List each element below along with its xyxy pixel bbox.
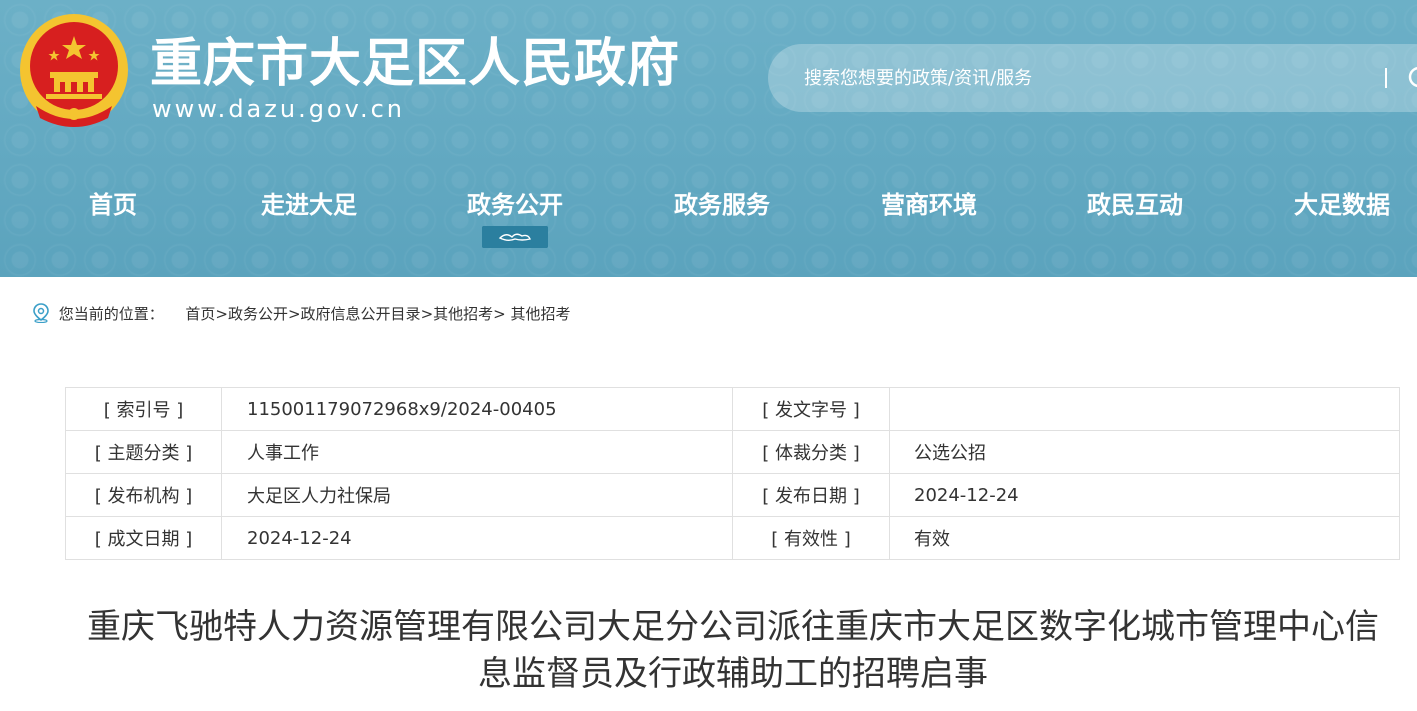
breadcrumb-link-other-recruit[interactable]: 其他招考 [433, 305, 493, 323]
site-url[interactable]: www.dazu.gov.cn [152, 94, 405, 124]
nav-item-interaction[interactable]: 政民互动 [1045, 180, 1225, 230]
search-input[interactable] [804, 64, 1364, 92]
table-row: [ 索引号 ] 115001179072968x9/2024-00405 [ 发… [65, 387, 1400, 431]
meta-label: [ 发布日期 ] [732, 473, 890, 517]
main-nav: 首页 走进大足 政务公开 政务服务 营商环境 政民互动 大足数据 [0, 180, 1417, 248]
nav-item-gov-info[interactable]: 政务公开 [425, 180, 605, 248]
site-header: 重庆市大足区人民政府 www.dazu.gov.cn 首页 走进大足 政务公开 … [0, 0, 1417, 277]
meta-value: 2024-12-24 [889, 473, 1400, 517]
meta-value: 人事工作 [221, 430, 733, 474]
search-bar [768, 44, 1417, 112]
meta-label: [ 成文日期 ] [65, 516, 222, 560]
search-divider [1385, 68, 1387, 88]
nav-item-label: 政务服务 [674, 191, 770, 219]
breadcrumb-link-gov-info[interactable]: 政务公开 [228, 305, 288, 323]
breadcrumb-link-current[interactable]: 其他招考 [511, 305, 571, 323]
nav-item-label: 走进大足 [261, 191, 357, 219]
breadcrumb-separator: > [215, 305, 228, 323]
cloud-pattern-icon [482, 226, 548, 248]
meta-value: 大足区人力社保局 [221, 473, 733, 517]
search-icon[interactable] [1406, 64, 1417, 94]
site-title[interactable]: 重庆市大足区人民政府 [150, 30, 680, 98]
nav-item-about-dazu[interactable]: 走进大足 [219, 180, 399, 230]
national-emblem-icon [20, 14, 128, 127]
breadcrumb-separator: > [420, 305, 434, 323]
nav-item-dazu-data[interactable]: 大足数据 [1252, 180, 1417, 230]
meta-value: 有效 [889, 516, 1400, 560]
meta-value: 2024-12-24 [221, 516, 733, 560]
table-row: [ 发布机构 ] 大足区人力社保局 [ 发布日期 ] 2024-12-24 [65, 473, 1400, 517]
nav-item-gov-service[interactable]: 政务服务 [632, 180, 812, 230]
meta-value: 公选公招 [889, 430, 1400, 474]
article-title: 重庆飞驰特人力资源管理有限公司大足分公司派往重庆市大足区数字化城市管理中心信 息… [48, 604, 1417, 698]
nav-item-label: 营商环境 [881, 191, 977, 219]
breadcrumb-prefix: 您当前的位置： [58, 305, 164, 323]
table-row: [ 成文日期 ] 2024-12-24 [ 有效性 ] 有效 [65, 516, 1400, 560]
location-icon [33, 303, 49, 323]
document-meta-table: [ 索引号 ] 115001179072968x9/2024-00405 [ 发… [65, 387, 1400, 560]
breadcrumb-link-info-catalog[interactable]: 政府信息公开目录 [301, 305, 421, 323]
table-row: [ 主题分类 ] 人事工作 [ 体裁分类 ] 公选公招 [65, 430, 1400, 474]
meta-value [889, 387, 1400, 431]
nav-item-label: 首页 [89, 191, 137, 219]
meta-label: [ 有效性 ] [732, 516, 890, 560]
article-title-line: 息监督员及行政辅助工的招聘启事 [478, 654, 988, 694]
nav-item-label: 政务公开 [467, 191, 563, 219]
breadcrumb-link-home[interactable]: 首页 [185, 305, 215, 323]
meta-label: [ 主题分类 ] [65, 430, 222, 474]
meta-label: [ 体裁分类 ] [732, 430, 890, 474]
breadcrumb: 您当前的位置： 首页>政务公开>政府信息公开目录>其他招考> 其他招考 [32, 303, 571, 327]
meta-label: [ 发布机构 ] [65, 473, 222, 517]
article-title-line: 重庆飞驰特人力资源管理有限公司大足分公司派往重庆市大足区数字化城市管理中心信 [87, 607, 1379, 647]
nav-item-home[interactable]: 首页 [23, 180, 203, 230]
meta-value: 115001179072968x9/2024-00405 [221, 387, 733, 431]
nav-item-label: 大足数据 [1294, 191, 1390, 219]
nav-item-business-env[interactable]: 营商环境 [839, 180, 1019, 230]
breadcrumb-separator: > [493, 305, 511, 323]
breadcrumb-separator: > [287, 305, 301, 323]
meta-label: [ 索引号 ] [65, 387, 222, 431]
meta-label: [ 发文字号 ] [732, 387, 890, 431]
nav-item-label: 政民互动 [1087, 191, 1183, 219]
